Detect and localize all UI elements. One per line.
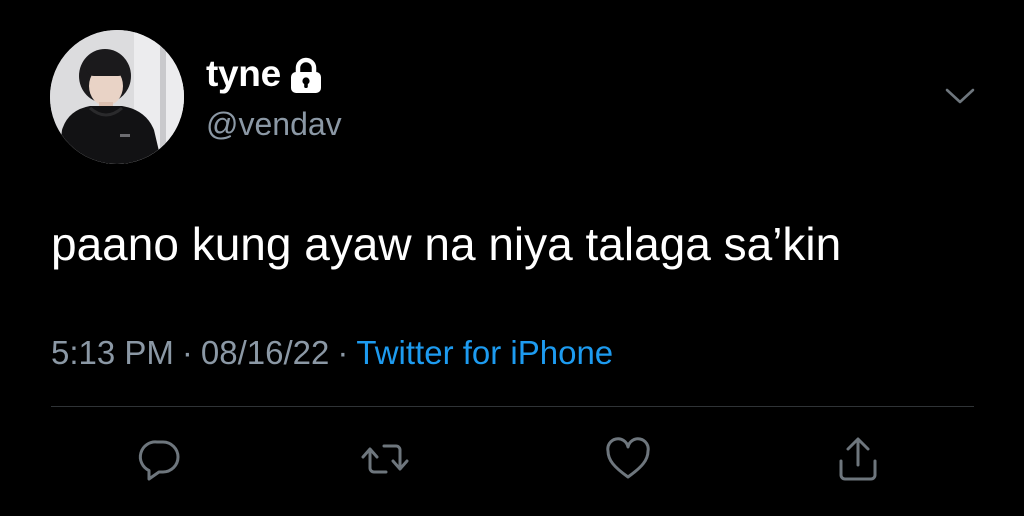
chevron-down-icon xyxy=(945,88,975,104)
like-icon xyxy=(606,437,650,479)
share-button[interactable] xyxy=(833,434,883,484)
divider xyxy=(51,406,974,407)
avatar[interactable] xyxy=(50,30,184,164)
tweet-source-link[interactable]: Twitter for iPhone xyxy=(356,334,613,371)
tweet-time: 5:13 PM xyxy=(51,334,174,371)
share-icon xyxy=(839,437,877,481)
reply-button[interactable] xyxy=(135,434,185,484)
reply-icon xyxy=(138,440,180,481)
retweet-button[interactable] xyxy=(360,434,410,484)
author-name-row[interactable]: tyne xyxy=(206,52,323,96)
tweet-text: paano kung ayaw na niya talaga sa’kin xyxy=(51,218,842,270)
lock-icon xyxy=(289,57,323,95)
tweet-date: 08/16/22 xyxy=(200,334,330,371)
display-name[interactable]: tyne xyxy=(206,52,281,96)
tweet-menu-button[interactable] xyxy=(938,78,982,114)
meta-separator: · xyxy=(337,334,349,371)
tweet-meta: 5:13 PM · 08/16/22 · Twitter for iPhone xyxy=(51,332,613,374)
like-button[interactable] xyxy=(603,434,653,484)
retweet-icon xyxy=(361,444,409,474)
meta-separator: · xyxy=(181,334,193,371)
author-handle[interactable]: @vendav xyxy=(206,104,342,144)
avatar-photo xyxy=(50,30,184,164)
